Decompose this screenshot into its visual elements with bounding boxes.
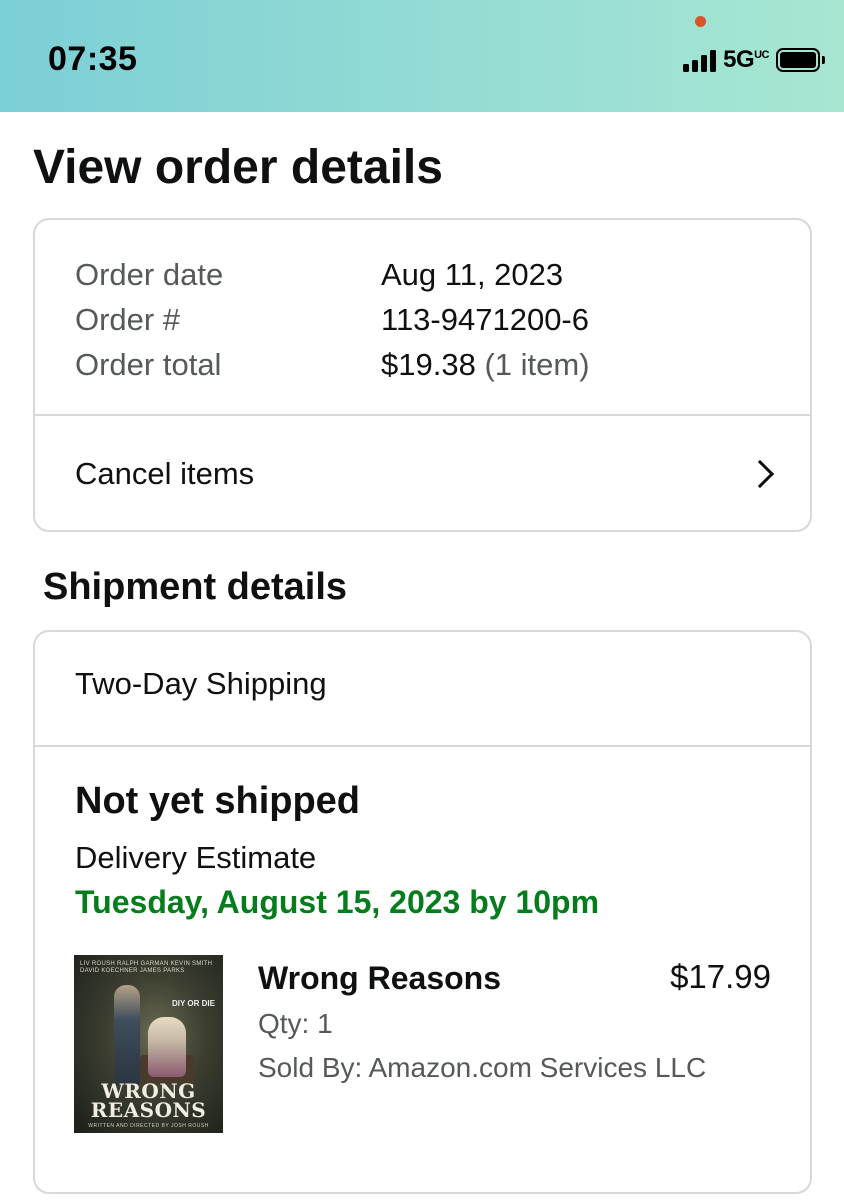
delivery-estimate-date: Tuesday, August 15, 2023 by 10pm <box>75 884 600 920</box>
product-image[interactable]: LIV ROUSH RALPH GARMAN KEVIN SMITH DAVID… <box>74 955 223 1133</box>
product-title-link[interactable]: Wrong Reasons <box>258 960 501 997</box>
order-date-row: Order date Aug 11, 2023 <box>75 252 590 297</box>
product-quantity: Qty: 1 <box>258 1008 333 1039</box>
network-suffix: UC <box>754 49 769 61</box>
order-number-row: Order # 113-9471200-6 <box>75 297 590 342</box>
product-seller: Sold By: Amazon.com Services LLC <box>258 1052 707 1083</box>
privacy-indicator-dot <box>695 16 706 27</box>
poster-credits: LIV ROUSH RALPH GARMAN KEVIN SMITH DAVID… <box>80 961 213 974</box>
divider <box>35 745 810 747</box>
order-date-label: Order date <box>75 256 224 292</box>
order-total-label: Order total <box>75 346 222 382</box>
signal-icon <box>683 48 717 72</box>
shipping-method: Two-Day Shipping <box>75 666 327 701</box>
poster-tagline: DIY OR DIE <box>172 999 215 1008</box>
order-number-label: Order # <box>75 301 181 337</box>
poster-title-line2: REASONS <box>90 1098 207 1122</box>
status-indicators: 5GUC <box>683 46 825 74</box>
order-summary-rows: Order date Aug 11, 2023 Order # 113-9471… <box>75 252 590 387</box>
order-summary-card: Order date Aug 11, 2023 Order # 113-9471… <box>33 218 812 532</box>
order-total-amount: $19.38 <box>381 346 476 382</box>
delivery-estimate-label: Delivery Estimate <box>75 840 317 875</box>
shipment-card: Two-Day Shipping Not yet shipped Deliver… <box>33 630 812 1194</box>
cancel-items-label: Cancel items <box>75 456 255 491</box>
cancel-items-button[interactable]: Cancel items <box>35 416 810 532</box>
network-type: 5G <box>723 46 755 73</box>
status-time: 07:35 <box>48 40 138 78</box>
poster-figure <box>114 985 140 1085</box>
chevron-right-icon <box>745 459 775 489</box>
order-total-row: Order total $19.38 (1 item) <box>75 342 590 387</box>
poster-figure <box>148 1017 186 1077</box>
product-price: $17.99 <box>670 958 771 995</box>
shipment-section-title: Shipment details <box>43 566 348 608</box>
order-date-value: Aug 11, 2023 <box>381 256 564 292</box>
shipment-status: Not yet shipped <box>75 780 361 822</box>
battery-icon <box>776 48 825 72</box>
order-item-count: (1 item) <box>484 346 590 382</box>
order-number-value: 113-9471200-6 <box>381 301 589 337</box>
network-label: 5GUC <box>723 46 769 74</box>
order-total-value: $19.38 (1 item) <box>381 347 590 383</box>
poster-director: WRITTEN AND DIRECTED BY JOSH ROUSH <box>88 1123 209 1129</box>
status-bar: 07:35 5GUC <box>0 0 844 112</box>
page-title: View order details <box>33 141 443 194</box>
